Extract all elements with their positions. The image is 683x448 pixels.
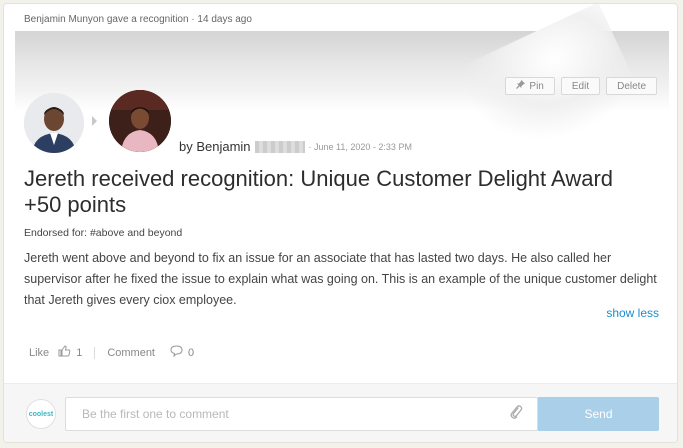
recognition-message: Jereth went above and beyond to fix an i… [24, 251, 657, 307]
company-logo: coolest [26, 399, 56, 429]
like-label: Like [29, 346, 50, 359]
like-count: 1 [76, 346, 83, 359]
recognition-card: Benjamin Munyon gave a recognition · 14 … [3, 3, 678, 443]
comment-count: 0 [188, 346, 195, 359]
delete-button[interactable]: Delete [606, 77, 657, 95]
giver-avatar[interactable] [24, 93, 84, 153]
arrow-icon [92, 116, 97, 126]
divider [94, 346, 96, 359]
comment-label: Comment [107, 346, 155, 359]
endorsed-tag[interactable]: #above and beyond [90, 227, 182, 239]
endorsed-for: Endorsed for: #above and beyond [24, 227, 182, 239]
byline-author[interactable]: by Benjamin [179, 139, 251, 154]
edit-button[interactable]: Edit [560, 77, 601, 95]
pin-label: Pin [529, 80, 544, 92]
speech-bubble-icon [170, 345, 183, 360]
feed-header: Benjamin Munyon gave a recognition · 14 … [24, 14, 252, 25]
comment-footer: coolest Send [4, 383, 677, 442]
recognition-title: Jereth received recognition: Unique Cust… [24, 166, 614, 217]
pin-button[interactable]: Pin [505, 77, 555, 95]
byline: by Benjamin · June 11, 2020 - 2:33 PM [179, 139, 412, 154]
comment-button[interactable]: Comment 0 [107, 345, 194, 360]
send-button[interactable]: Send [538, 397, 659, 431]
redacted-name [254, 140, 305, 153]
recipient-avatar[interactable] [109, 90, 171, 152]
thumbs-up-icon [58, 345, 71, 360]
comment-input[interactable] [80, 406, 484, 422]
paperclip-icon[interactable] [509, 404, 523, 425]
social-bar: Like 1 Comment 0 [29, 345, 194, 360]
post-date: · June 11, 2020 - 2:33 PM [308, 141, 412, 152]
endorsed-label: Endorsed for: [24, 227, 88, 239]
recognition-banner [15, 4, 669, 170]
like-button[interactable]: Like 1 [29, 345, 82, 360]
comment-box [65, 397, 538, 431]
pin-icon [516, 80, 526, 92]
show-less-link[interactable]: show less [606, 306, 659, 320]
post-actions: Pin Edit Delete [505, 77, 657, 95]
